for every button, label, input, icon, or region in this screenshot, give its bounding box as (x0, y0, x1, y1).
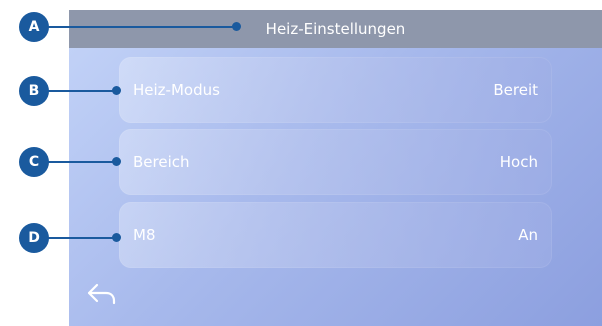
callout-a: A (19, 12, 49, 42)
back-button[interactable] (85, 280, 119, 308)
callout-line-b (40, 90, 116, 92)
callout-dot-a (232, 22, 241, 31)
setting-row-heat-mode[interactable]: Heiz-Modus Bereit (119, 57, 552, 123)
callout-line-a (40, 26, 236, 28)
callout-line-c (40, 161, 116, 163)
callout-dot-d (112, 233, 121, 242)
heating-settings-screen: Heiz-Einstellungen Heiz-Modus Bereit Ber… (69, 10, 602, 326)
page-title: Heiz-Einstellungen (265, 20, 406, 38)
title-bar: Heiz-Einstellungen (69, 10, 602, 48)
setting-value: An (518, 226, 538, 244)
callout-dot-b (112, 86, 121, 95)
setting-row-m8[interactable]: M8 An (119, 202, 552, 268)
callout-b: B (19, 76, 49, 106)
setting-row-range[interactable]: Bereich Hoch (119, 129, 552, 195)
setting-label: Bereich (133, 153, 190, 171)
callout-dot-c (112, 157, 121, 166)
setting-value: Bereit (493, 81, 538, 99)
callout-c: C (19, 147, 49, 177)
setting-value: Hoch (499, 153, 538, 171)
callout-line-d (40, 237, 116, 239)
setting-label: Heiz-Modus (133, 81, 220, 99)
setting-label: M8 (133, 226, 156, 244)
back-arrow-icon (87, 283, 116, 305)
callout-d: D (19, 223, 49, 253)
